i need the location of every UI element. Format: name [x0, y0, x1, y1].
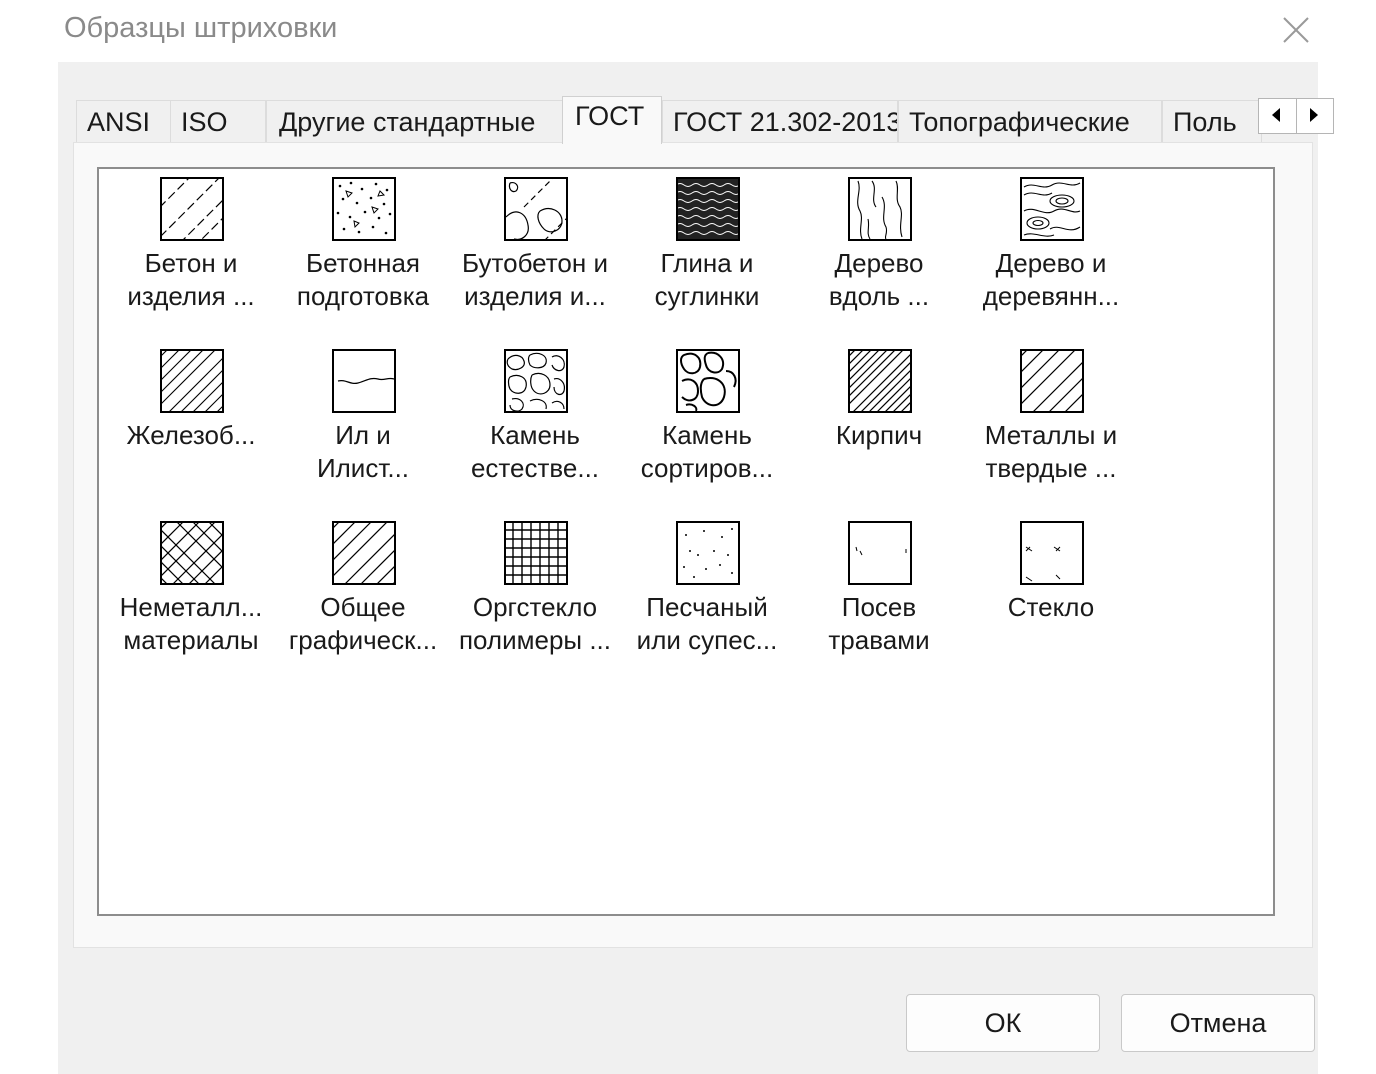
pattern-label: Ил и Илист... [316, 420, 410, 483]
pattern-label: Дерево и деревянн... [982, 248, 1120, 311]
pattern-sand-icon [676, 521, 740, 585]
pattern-label: Дерево вдоль ... [828, 248, 930, 311]
pattern-label: Оргстекло полимеры ... [458, 592, 612, 655]
pattern-item[interactable]: Камень естестве... [449, 345, 621, 495]
cancel-button[interactable]: Отмена [1121, 994, 1315, 1052]
pattern-label: Металлы и твердые ... [984, 420, 1118, 483]
pattern-wood-icon [1020, 177, 1084, 241]
pattern-label: Общее графическ... [288, 592, 438, 655]
pattern-clay-icon [676, 177, 740, 241]
pattern-label: Камень сортиров... [640, 420, 774, 483]
pattern-label: Бутобетон и изделия и... [462, 248, 608, 311]
pattern-natural-stone-icon [504, 349, 568, 413]
pattern-item[interactable]: Неметалл... материалы [105, 517, 277, 667]
pattern-label: Неметалл... материалы [119, 592, 263, 655]
pattern-silt-icon [332, 349, 396, 413]
tab-label: ГОСТ 21.302-2013 [673, 107, 898, 137]
pattern-glass-icon [1020, 521, 1084, 585]
tab-label: ANSI [87, 107, 151, 137]
tab-topographic[interactable]: Топографические [898, 100, 1162, 142]
pattern-label: Камень естестве... [470, 420, 600, 483]
pattern-item[interactable]: Песчаный или супес... [621, 517, 793, 667]
ok-button[interactable]: ОК [906, 994, 1100, 1052]
pattern-concrete-prep-icon [332, 177, 396, 241]
pattern-wood-along-icon [848, 177, 912, 241]
pattern-metal-icon [1020, 349, 1084, 413]
pattern-rubble-concrete-icon [504, 177, 568, 241]
tab-scroll-left-button[interactable] [1259, 99, 1297, 133]
pattern-item[interactable]: Оргстекло полимеры ... [449, 517, 621, 667]
pattern-nonmetal-icon [160, 521, 224, 585]
tab-label: Поль [1173, 107, 1237, 137]
pattern-label: Бетон и изделия ... [127, 248, 255, 311]
tab-user[interactable]: Поль [1162, 100, 1262, 142]
pattern-item[interactable]: Кирпич [793, 345, 965, 495]
close-button[interactable] [1274, 6, 1318, 50]
tab-strip: ANSI ISO Другие стандартные ГОСТ ГОСТ 21… [76, 96, 1334, 144]
pattern-item[interactable]: Посев травами [793, 517, 965, 667]
tab-panel: Бетон иизделия ... Бетоннаяподготовка [73, 142, 1313, 948]
dialog-title: Образцы штриховки [64, 12, 338, 44]
pattern-item[interactable]: Бутобетон и изделия и... [449, 173, 621, 323]
pattern-brick-icon [848, 349, 912, 413]
pattern-grass-icon [848, 521, 912, 585]
pattern-item[interactable]: Общее графическ... [277, 517, 449, 667]
hatch-patterns-dialog: Образцы штриховки ANSI ISO Другие станда… [58, 0, 1334, 1074]
pattern-plexiglass-icon [504, 521, 568, 585]
pattern-item[interactable]: Стекло [965, 517, 1137, 667]
pattern-label: Глина и суглинки [654, 248, 760, 311]
tab-label: ISO [181, 107, 228, 137]
pattern-label: Посев травами [828, 592, 930, 655]
tab-label: Топографические [909, 107, 1130, 137]
triangle-right-icon [1310, 108, 1318, 122]
title-bar: Образцы штриховки [58, 0, 1318, 62]
pattern-item[interactable]: Дерево вдоль ... [793, 173, 965, 323]
tab-label: Другие стандартные [279, 107, 536, 137]
pattern-item[interactable]: Камень сортиров... [621, 345, 793, 495]
pattern-concrete-icon [160, 177, 224, 241]
pattern-item[interactable]: Железоб... [105, 345, 277, 495]
pattern-label: Песчаный или супес... [636, 592, 778, 655]
pattern-item[interactable]: Бетон и изделия ... [105, 173, 277, 323]
pattern-item[interactable]: Металлы и твердые ... [965, 345, 1137, 495]
tab-other-standards[interactable]: Другие стандартные [266, 100, 564, 142]
tab-scroll-right-button[interactable] [1296, 99, 1333, 133]
pattern-list[interactable]: Бетон иизделия ... Бетоннаяподготовка [97, 167, 1275, 916]
tab-gost[interactable]: ГОСТ [562, 96, 662, 144]
tab-iso[interactable]: ISO [170, 100, 266, 142]
pattern-reinforced-concrete-icon [160, 349, 224, 413]
pattern-item[interactable]: Глина и суглинки [621, 173, 793, 323]
close-icon [1283, 17, 1309, 43]
tab-scroll-arrows [1258, 98, 1334, 134]
pattern-sorted-stone-icon [676, 349, 740, 413]
pattern-label: Бетонная подготовка [296, 248, 430, 311]
pattern-label: Стекло [1007, 592, 1095, 622]
triangle-left-icon [1272, 108, 1280, 122]
pattern-general-icon [332, 521, 396, 585]
tab-ansi[interactable]: ANSI [76, 100, 171, 142]
pattern-item[interactable]: Дерево и деревянн... [965, 173, 1137, 323]
pattern-label: Железоб... [126, 420, 256, 450]
pattern-item[interactable]: Бетонная подготовка [277, 173, 449, 323]
tab-gost-21-302[interactable]: ГОСТ 21.302-2013 [662, 100, 898, 142]
pattern-label: Кирпич [835, 420, 923, 450]
tab-label: ГОСТ [575, 101, 645, 131]
pattern-item[interactable]: Ил и Илист... [277, 345, 449, 495]
